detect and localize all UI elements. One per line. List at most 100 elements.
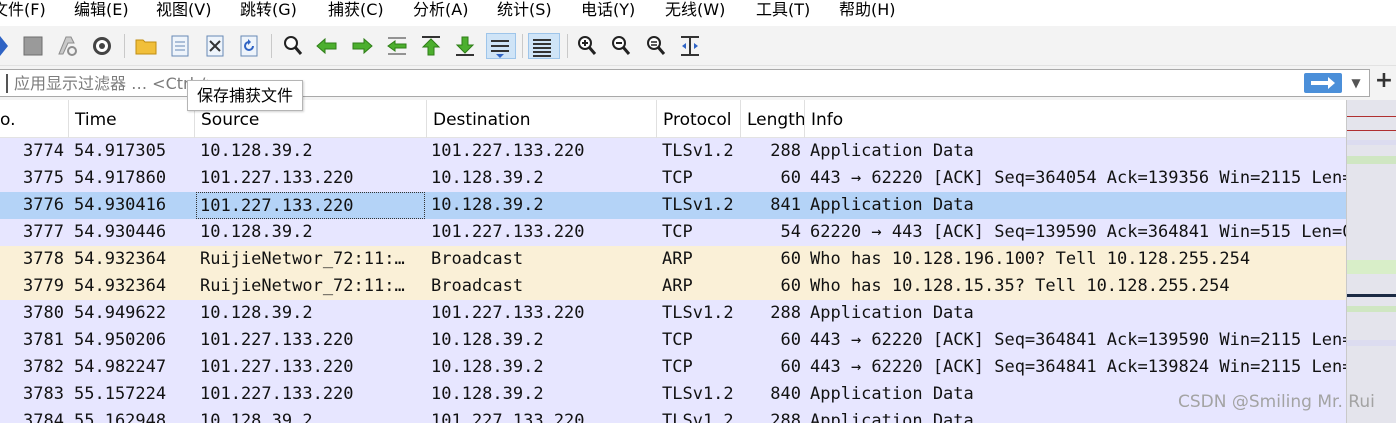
menu-help[interactable]: 帮助(H) [839,0,896,22]
menu-analyze[interactable]: 分析(A) [413,0,468,22]
cell-length: 288 [770,411,801,423]
column-header-length[interactable]: Length [740,100,804,138]
cell-time: 54.930446 [74,222,167,242]
find-packet-icon[interactable] [280,33,306,59]
cell-no: 3784 [23,411,64,423]
table-row[interactable]: 3781 54.950206 101.227.133.220 10.128.39.2 T… [0,327,1346,354]
reload-file-icon[interactable] [236,33,262,59]
table-row[interactable]: 3782 54.982247 101.227.133.220 10.128.39.2 T… [0,354,1346,381]
menu-go[interactable]: 跳转(G) [240,0,297,22]
cell-protocol: ARP [662,249,693,269]
menu-telephony[interactable]: 电话(Y) [581,0,635,22]
cell-source: 10.128.39.2 [200,303,313,323]
cell-protocol: TLSv1.2 [662,303,734,323]
column-header-no[interactable]: o. [0,100,68,138]
go-forward-icon[interactable] [349,33,375,59]
cell-info: 443 → 62220 [ACK] Seq=364841 Ack=139824 … [810,357,1346,377]
zoom-in-icon[interactable] [574,33,600,59]
cell-length: 840 [770,384,801,404]
menu-tools[interactable]: 工具(T) [756,0,810,22]
cell-time: 55.157224 [74,384,167,404]
restart-capture-icon[interactable] [54,33,80,59]
cell-destination: 10.128.39.2 [431,195,544,215]
go-back-icon[interactable] [314,33,340,59]
column-header-info[interactable]: Info [804,100,1346,138]
cell-length: 60 [780,330,801,350]
add-filter-button[interactable]: + [1374,69,1394,95]
cell-length: 60 [780,357,801,377]
cell-length: 60 [780,276,801,296]
cell-no: 3777 [23,222,64,242]
cell-source: 10.128.39.2 [200,222,313,242]
cell-time: 54.950206 [74,330,167,350]
resize-columns-icon[interactable] [677,33,703,59]
first-packet-icon[interactable] [418,33,444,59]
cell-info: Who has 10.128.15.35? Tell 10.128.255.25… [810,276,1230,296]
column-header-time[interactable]: Time [68,100,194,138]
table-row[interactable]: 3777 54.930446 10.128.39.2 101.227.133.220 T… [0,219,1346,246]
cell-destination: Broadcast [431,249,524,269]
cell-time: 55.162948 [74,411,167,423]
cell-length: 841 [770,195,801,215]
cell-source: 101.227.133.220 [200,357,354,377]
zoom-out-icon[interactable] [608,33,634,59]
cell-source: RuijieNetwor_72:11:… [200,249,405,269]
menu-wireless[interactable]: 无线(W) [665,0,725,22]
capture-options-icon[interactable] [89,33,115,59]
menu-capture[interactable]: 捕获(C) [328,0,384,22]
column-header-protocol[interactable]: Protocol [656,100,740,138]
apply-filter-button[interactable] [1304,73,1342,93]
cell-source: 10.128.39.2 [200,141,313,161]
table-row[interactable]: 3779 54.932364 RuijieNetwor_72:11:… Broadca… [0,273,1346,300]
packet-minimap[interactable] [1346,100,1396,423]
packet-list[interactable]: o. Time Source Destination Protocol Leng… [0,100,1346,423]
cell-time: 54.932364 [74,249,167,269]
normal-size-icon[interactable] [643,33,669,59]
menu-view[interactable]: 视图(V) [156,0,211,22]
column-header-destination[interactable]: Destination [426,100,656,138]
close-file-icon[interactable] [202,33,228,59]
cell-length: 54 [780,222,801,242]
cell-no: 3779 [23,276,64,296]
cell-info: 443 → 62220 [ACK] Seq=364054 Ack=139356 … [810,168,1346,188]
open-file-icon[interactable] [133,33,159,59]
cell-protocol: TLSv1.2 [662,195,734,215]
table-row[interactable]: 3780 54.949622 10.128.39.2 101.227.133.220 T… [0,300,1346,327]
cell-destination: 10.128.39.2 [431,384,544,404]
cell-protocol: TCP [662,330,693,350]
table-row[interactable]: 3776 54.930416 101.227.133.220 10.128.39.2 T… [0,192,1346,219]
cell-protocol: TCP [662,222,693,242]
menu-bar: 文件(F) 编辑(E) 视图(V) 跳转(G) 捕获(C) 分析(A) 统计(S… [0,0,1396,26]
save-file-icon[interactable] [167,33,193,59]
cell-protocol: ARP [662,276,693,296]
menu-file[interactable]: 文件(F) [0,0,46,22]
cell-no: 3783 [23,384,64,404]
auto-scroll-icon[interactable] [486,33,516,59]
cell-source: 101.227.133.220 [196,192,425,219]
cell-time: 54.982247 [74,357,167,377]
table-row[interactable]: 3775 54.917860 101.227.133.220 10.128.39.2 T… [0,165,1346,192]
cell-destination: 101.227.133.220 [431,141,585,161]
table-row[interactable]: 3783 55.157224 101.227.133.220 10.128.39.2 T… [0,381,1346,408]
last-packet-icon[interactable] [452,33,478,59]
colorize-icon[interactable] [528,33,560,59]
cell-destination: 101.227.133.220 [431,222,585,242]
table-row[interactable]: 3774 54.917305 10.128.39.2 101.227.133.220 T… [0,138,1346,165]
go-to-packet-icon[interactable] [384,33,410,59]
bookmark-marker [6,74,8,93]
main-toolbar [0,26,1396,66]
stop-capture-icon[interactable] [20,33,46,59]
chevron-down-icon[interactable]: ▼ [1346,72,1366,94]
cell-length: 288 [770,303,801,323]
cell-no: 3780 [23,303,64,323]
cell-no: 3781 [23,330,64,350]
cell-destination: 101.227.133.220 [431,303,585,323]
cell-destination: 10.128.39.2 [431,357,544,377]
start-capture-icon[interactable] [0,33,12,59]
cell-info: Application Data [810,303,974,323]
table-row[interactable]: 3778 54.932364 RuijieNetwor_72:11:… Broadca… [0,246,1346,273]
table-row[interactable]: 3784 55.162948 10.128.39.2 101.227.133.220 T… [0,408,1346,423]
menu-statistics[interactable]: 统计(S) [497,0,552,22]
cell-length: 60 [780,168,801,188]
menu-edit[interactable]: 编辑(E) [74,0,129,22]
